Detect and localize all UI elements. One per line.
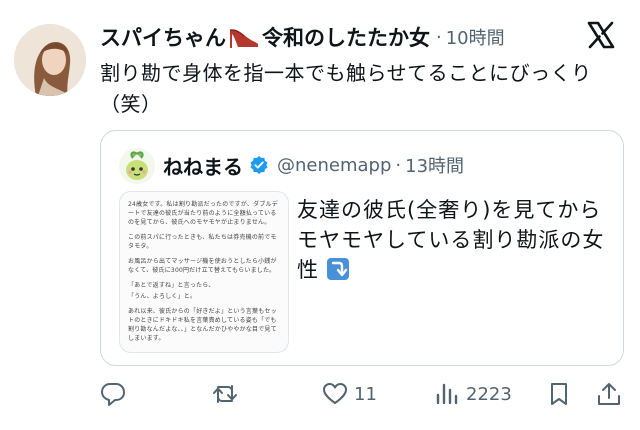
like-button[interactable]: 11 xyxy=(322,376,377,412)
reply-button[interactable] xyxy=(100,376,126,412)
image-paragraph: この前スパに行ったときも、私たちは券売機の前でモタモタ。 xyxy=(128,234,277,250)
quoted-post-text: 友達の彼氏(全奢り)を見てからモヤモヤしている割り勘派の女性 xyxy=(297,195,615,285)
quoted-post[interactable]: ねねまる @nenemapp · 13時間 24歳女です。私は割り勘派だったので… xyxy=(100,130,624,366)
quoted-author-handle[interactable]: @nenemapp xyxy=(277,155,391,176)
post-text: 割り勘で身体を指一本でも触らせてることにびっくり（笑） xyxy=(100,61,592,116)
avatar-photo xyxy=(14,24,86,96)
views-button[interactable]: 2223 xyxy=(434,376,512,412)
quoted-post-time[interactable]: 13時間 xyxy=(405,152,464,178)
like-icon xyxy=(323,383,347,404)
bookmark-icon xyxy=(551,383,567,405)
mascot-avatar-icon xyxy=(119,148,155,184)
x-logo-icon[interactable] xyxy=(586,20,616,50)
share-button[interactable] xyxy=(596,376,622,412)
author-name[interactable]: スパイちゃん xyxy=(100,22,226,52)
quoted-author-name[interactable]: ねねまる xyxy=(163,151,243,180)
repost-button[interactable] xyxy=(212,376,238,412)
quoted-post-header: ねねまる @nenemapp · 13時間 xyxy=(163,149,464,181)
share-icon xyxy=(598,383,620,405)
author-name-suffix: 令和のしたたか女 xyxy=(262,26,430,50)
image-paragraph: 「あとで返すね」と言ったら、 xyxy=(128,282,215,289)
author-avatar[interactable] xyxy=(14,24,86,96)
image-paragraph: 24歳女です。私は割り勘派だったのですが、ダブルデートで友達の彼氏が当たり前のよ… xyxy=(128,201,278,226)
post-header: スパイちゃん 令和のしたたか女 · 10時間 xyxy=(100,20,505,54)
post-time[interactable]: 10時間 xyxy=(446,24,505,50)
view-count: 2223 xyxy=(466,383,512,405)
repost-icon xyxy=(213,385,237,403)
quoted-author-avatar[interactable] xyxy=(119,148,155,184)
quoted-image[interactable]: 24歳女です。私は割り勘派だったのですが、ダブルデートで友達の彼氏が当たり前のよ… xyxy=(119,191,289,353)
action-bar: 11 2223 xyxy=(100,376,624,412)
reply-icon xyxy=(101,383,125,406)
verified-badge-icon xyxy=(250,156,268,174)
image-paragraph: あれ以来、彼氏からの「好きだよ」という言葉もセットのときにドキドキ私を言葉責めし… xyxy=(128,308,277,342)
like-count: 11 xyxy=(354,383,377,405)
down-arrow-emoji-icon xyxy=(326,258,349,280)
post-time-separator: · xyxy=(436,26,442,48)
bookmark-button[interactable] xyxy=(546,376,572,412)
high-heel-icon xyxy=(229,29,258,48)
quoted-time-separator: · xyxy=(395,154,402,176)
image-paragraph: お風呂から出てマッサージ機を使おうとしたら小銭がなくて、彼氏に300円だけ立て替… xyxy=(128,258,277,274)
views-icon xyxy=(436,383,458,405)
quoted-image-text: 24歳女です。私は割り勘派だったのですが、ダブルデートで友達の彼氏が当たり前のよ… xyxy=(120,192,288,352)
image-paragraph: 「うん、よろしく」と。 xyxy=(128,293,197,300)
